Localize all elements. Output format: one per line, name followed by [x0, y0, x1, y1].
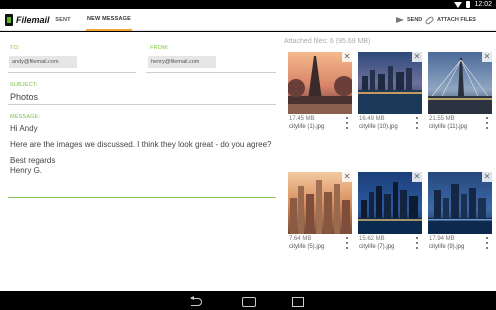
clock: 12:02 — [474, 1, 492, 8]
attachment-tile[interactable]: ✕ 7.64 MB citylife (5).jpg — [288, 172, 352, 254]
remove-attachment-button[interactable]: ✕ — [342, 52, 352, 62]
remove-attachment-button[interactable]: ✕ — [412, 172, 422, 182]
message-line: Hi Andy — [10, 124, 38, 133]
remove-attachment-button[interactable]: ✕ — [482, 52, 492, 62]
subject-input[interactable]: Photos — [10, 92, 38, 102]
overflow-menu-icon[interactable] — [346, 237, 348, 249]
overflow-menu-icon[interactable] — [346, 117, 348, 129]
message-line: Henry G. — [10, 166, 43, 175]
send-icon — [396, 17, 404, 23]
remove-attachment-button[interactable]: ✕ — [412, 52, 422, 62]
attachment-size: 16.49 MB — [359, 116, 385, 122]
home-icon[interactable] — [241, 295, 256, 307]
tab-new-message[interactable]: NEW MESSAGE — [86, 9, 132, 31]
app-bar: Filemail SENT NEW MESSAGE SEND ATTACH FI… — [0, 9, 496, 31]
paperclip-icon — [424, 15, 435, 25]
send-label: SEND — [407, 17, 423, 23]
attachment-filename: citylife (5).jpg — [289, 244, 325, 250]
message-label: MESSAGE: — [10, 114, 41, 120]
overflow-menu-icon[interactable] — [486, 237, 488, 249]
status-bar: 12:02 — [0, 0, 496, 9]
attachment-tile[interactable]: ✕ 21.55 MB citylife (11).jpg — [428, 52, 492, 134]
message-line: Best regards — [10, 156, 56, 165]
wifi-icon — [454, 1, 463, 8]
attachment-tile[interactable]: ✕ 17.45 MB citylife (1).jpg — [288, 52, 352, 134]
from-sender-chip[interactable]: henry@filemail.com — [148, 56, 216, 68]
app-logo: Filemail — [5, 14, 50, 26]
to-recipient-chip[interactable]: andy@filemail.com — [9, 56, 77, 68]
compose-form: TO: andy@filemail.com FROM: henry@filema… — [0, 32, 282, 291]
attachment-size: 15.62 MB — [359, 236, 385, 242]
message-field-underline — [8, 197, 276, 198]
remove-attachment-button[interactable]: ✕ — [342, 172, 352, 182]
attachment-filename: citylife (11).jpg — [429, 124, 468, 130]
attachment-filename: citylife (9).jpg — [429, 244, 465, 250]
back-icon[interactable] — [190, 295, 204, 307]
message-input[interactable]: Hi Andy Here are the images we discussed… — [10, 124, 272, 176]
attachment-size: 21.55 MB — [429, 116, 455, 122]
attachment-tile[interactable]: ✕ 17.94 MB citylife (9).jpg — [428, 172, 492, 254]
remove-attachment-button[interactable]: ✕ — [482, 172, 492, 182]
overflow-menu-icon[interactable] — [486, 117, 488, 129]
attached-files-summary: Attached files: 6 (95.69 MB) — [284, 38, 371, 45]
attachment-tile[interactable]: ✕ 16.49 MB citylife (10).jpg — [358, 52, 422, 134]
overflow-menu-icon[interactable] — [416, 117, 418, 129]
attachment-size: 17.94 MB — [429, 236, 455, 242]
from-field-underline — [146, 72, 276, 73]
system-nav-bar — [0, 292, 496, 310]
attachment-filename: citylife (7).jpg — [359, 244, 395, 250]
attachment-size: 7.64 MB — [289, 236, 312, 242]
attachment-filename: citylife (10).jpg — [359, 124, 398, 130]
attachment-tile[interactable]: ✕ 15.62 MB citylife (7).jpg — [358, 172, 422, 254]
attachment-filename: citylife (1).jpg — [289, 124, 325, 130]
overflow-menu-icon[interactable] — [416, 237, 418, 249]
to-label: TO: — [10, 45, 20, 51]
send-button[interactable]: SEND — [396, 9, 422, 31]
tab-sent[interactable]: SENT — [44, 9, 82, 31]
filemail-logo-icon — [5, 14, 13, 26]
subject-label: SUBJECT: — [10, 82, 38, 88]
message-line: Here are the images we discussed. I thin… — [10, 140, 272, 149]
attach-files-button[interactable]: ATTACH FILES — [424, 9, 476, 31]
recent-apps-icon[interactable] — [290, 295, 304, 307]
to-field-underline — [8, 72, 136, 73]
compose-screen: TO: andy@filemail.com FROM: henry@filema… — [0, 32, 496, 291]
attach-files-label: ATTACH FILES — [437, 17, 476, 23]
from-label: FROM: — [150, 45, 169, 51]
subject-field-underline — [8, 104, 276, 105]
attachment-size: 17.45 MB — [289, 116, 315, 122]
battery-icon — [466, 1, 471, 8]
